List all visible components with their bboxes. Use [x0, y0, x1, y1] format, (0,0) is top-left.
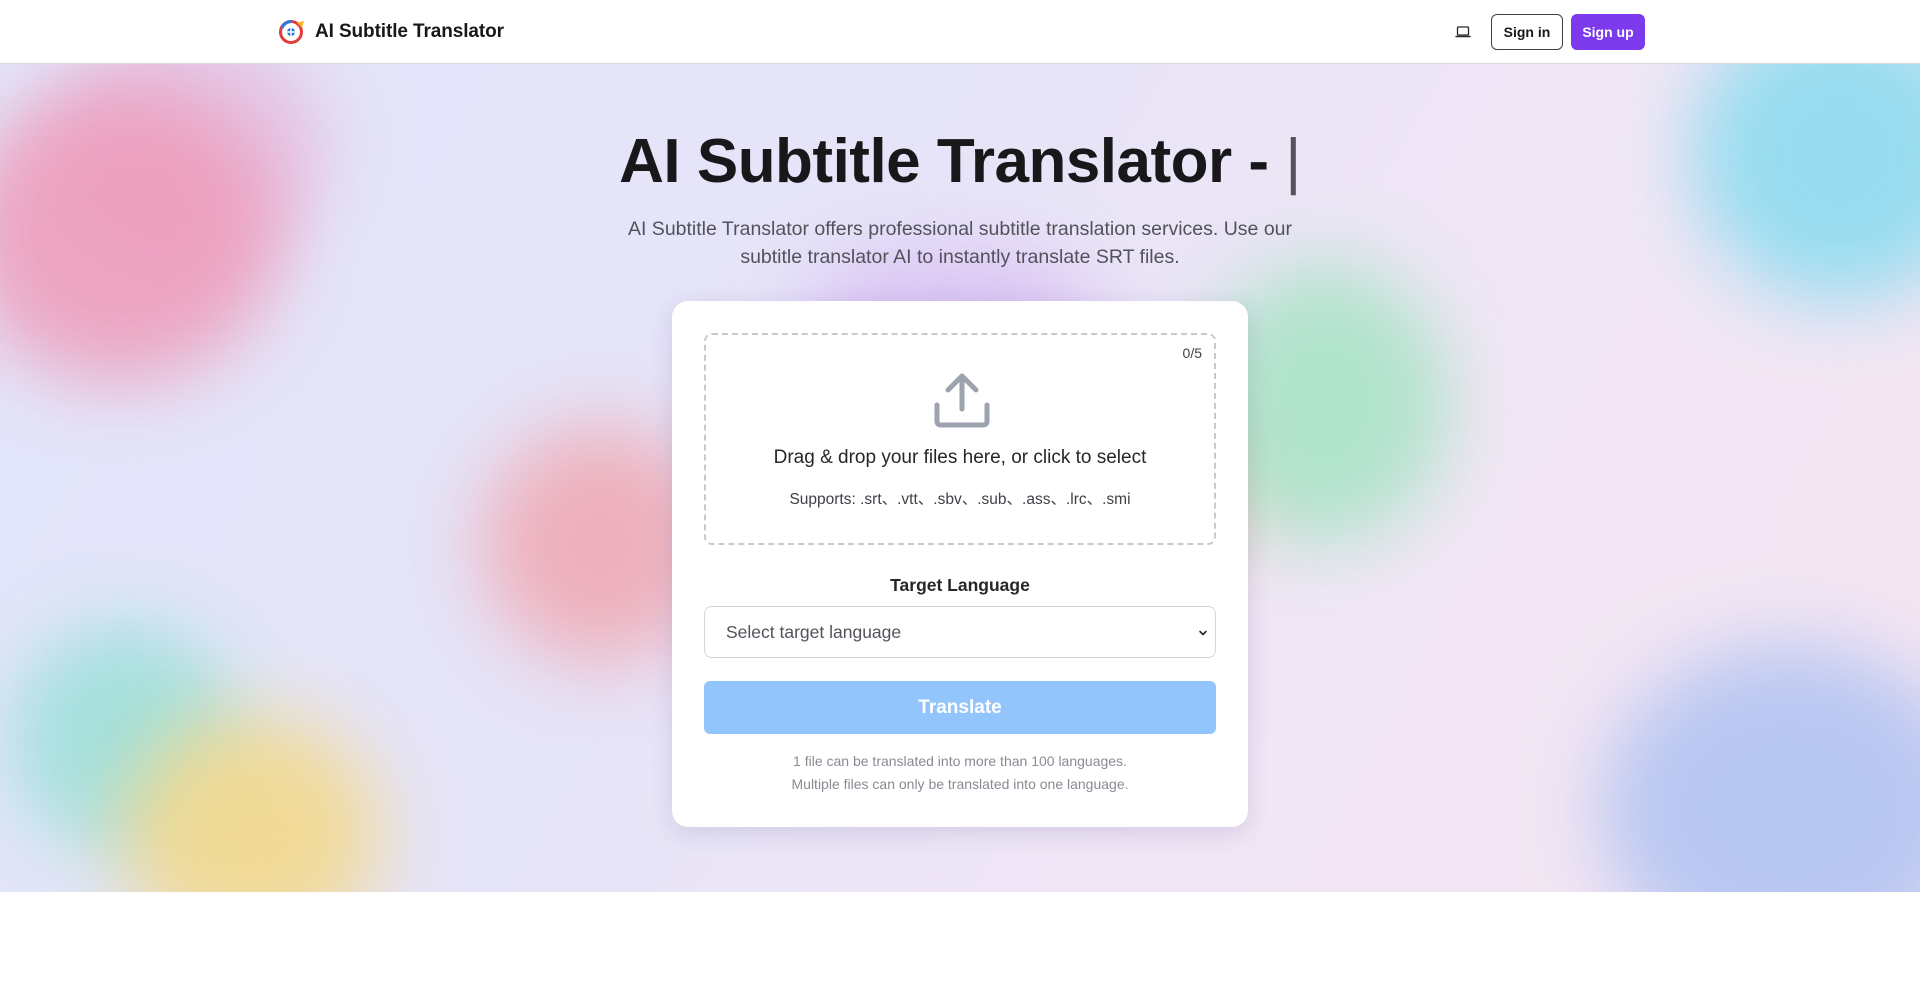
brand-link[interactable]: AI Subtitle Translator: [278, 19, 504, 45]
chevron-down-icon: [1199, 630, 1207, 636]
sign-up-button[interactable]: Sign up: [1571, 14, 1645, 50]
hero-section: AI Subtitle Translator - | AI Subtitle T…: [0, 64, 1920, 892]
laptop-icon: [1455, 26, 1471, 38]
dropzone-text: Drag & drop your files here, or click to…: [773, 447, 1147, 468]
brand-name: AI Subtitle Translator: [315, 21, 504, 42]
theme-toggle-button[interactable]: [1452, 21, 1474, 43]
site-header: AI Subtitle Translator Sign in Sign up: [0, 0, 1920, 64]
translation-note-line2: Multiple files can only be translated in…: [791, 776, 1129, 792]
brand-logo-icon: [279, 20, 304, 44]
translation-note-line1: 1 file can be translated into more than …: [793, 753, 1127, 769]
translate-button[interactable]: Translate: [704, 681, 1216, 734]
page-title: AI Subtitle Translator - |: [0, 126, 1920, 197]
target-language-select[interactable]: Select target language: [704, 606, 1216, 658]
page-title-text: AI Subtitle Translator -: [619, 127, 1269, 196]
target-language-label: Target Language: [890, 575, 1030, 595]
target-language-placeholder: Select target language: [726, 622, 902, 642]
upload-icon: [934, 373, 990, 428]
background-blob: [1600, 644, 1920, 892]
typing-cursor: |: [1285, 127, 1301, 196]
translator-card: 0/5 Drag & drop your files here, or clic…: [672, 301, 1248, 827]
supported-formats: Supports: .srt、.vtt、.sbv、.sub、.ass、.lrc、…: [789, 491, 1131, 508]
sign-in-button[interactable]: Sign in: [1491, 14, 1563, 50]
file-count: 0/5: [1182, 345, 1202, 361]
file-dropzone[interactable]: 0/5 Drag & drop your files here, or clic…: [704, 333, 1216, 545]
page-subtitle: AI Subtitle Translator offers profession…: [627, 218, 1293, 268]
